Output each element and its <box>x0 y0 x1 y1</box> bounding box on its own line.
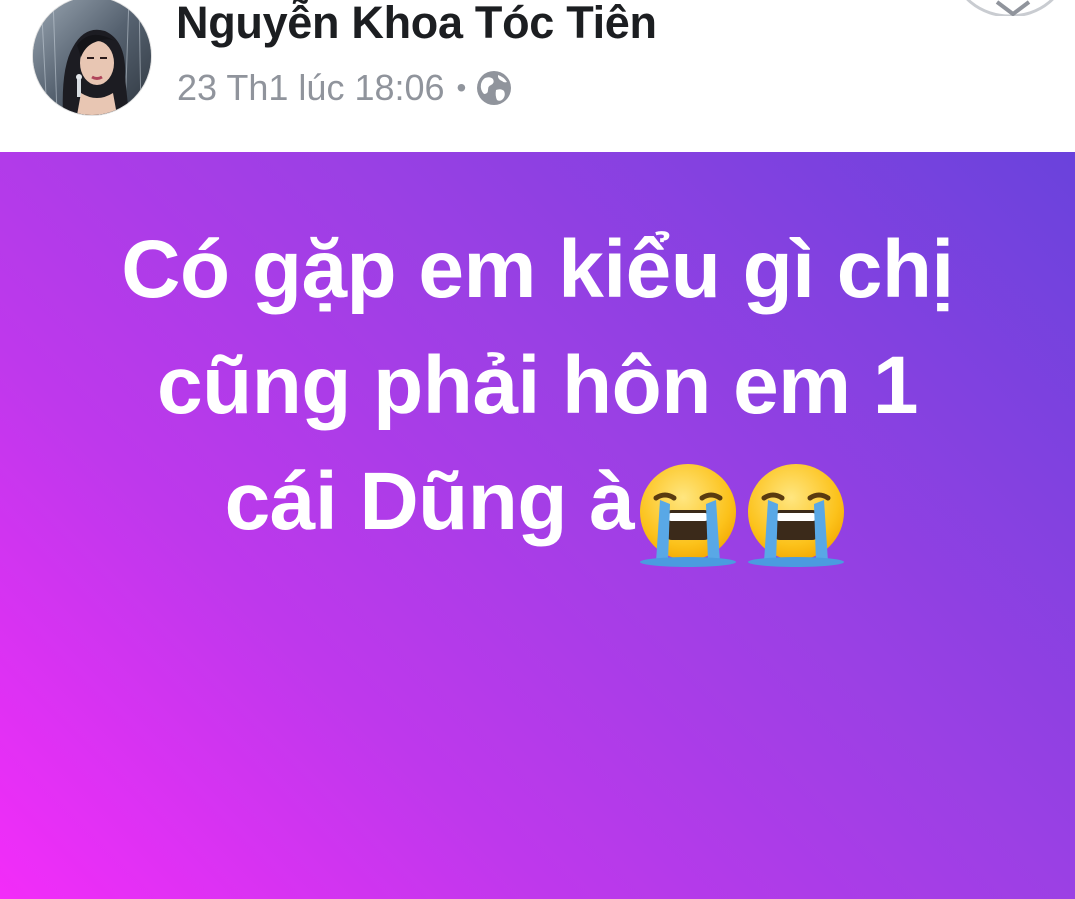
author-avatar[interactable] <box>33 0 151 115</box>
post-text-line-1: Có gặp em kiểu gì chị <box>121 224 954 315</box>
avatar-image <box>33 0 151 115</box>
post-status-text: Có gặp em kiểu gì chị cũng phải hôn em 1… <box>60 212 1015 570</box>
post-header: Nguyễn Khoa Tóc Tiên 23 Th1 lúc 18:06 • <box>0 0 1075 152</box>
emoji-group <box>634 460 850 570</box>
facebook-post: Nguyễn Khoa Tóc Tiên 23 Th1 lúc 18:06 • … <box>0 0 1075 899</box>
chevron-down-icon[interactable] <box>955 0 1065 18</box>
meta-separator: • <box>456 72 467 103</box>
loudly-crying-face-emoji <box>742 460 850 568</box>
post-timestamp[interactable]: 23 Th1 lúc 18:06 <box>177 67 445 109</box>
author-name[interactable]: Nguyễn Khoa Tóc Tiên <box>176 0 657 49</box>
loudly-crying-face-emoji <box>634 460 742 568</box>
post-text-line-3: cái Dũng à <box>224 456 635 547</box>
post-text-line-2: cũng phải hôn em 1 <box>157 340 918 431</box>
post-meta: 23 Th1 lúc 18:06 • <box>177 66 512 110</box>
post-text-line-3-wrap: cái Dũng à <box>60 444 1015 570</box>
globe-icon <box>476 70 512 106</box>
